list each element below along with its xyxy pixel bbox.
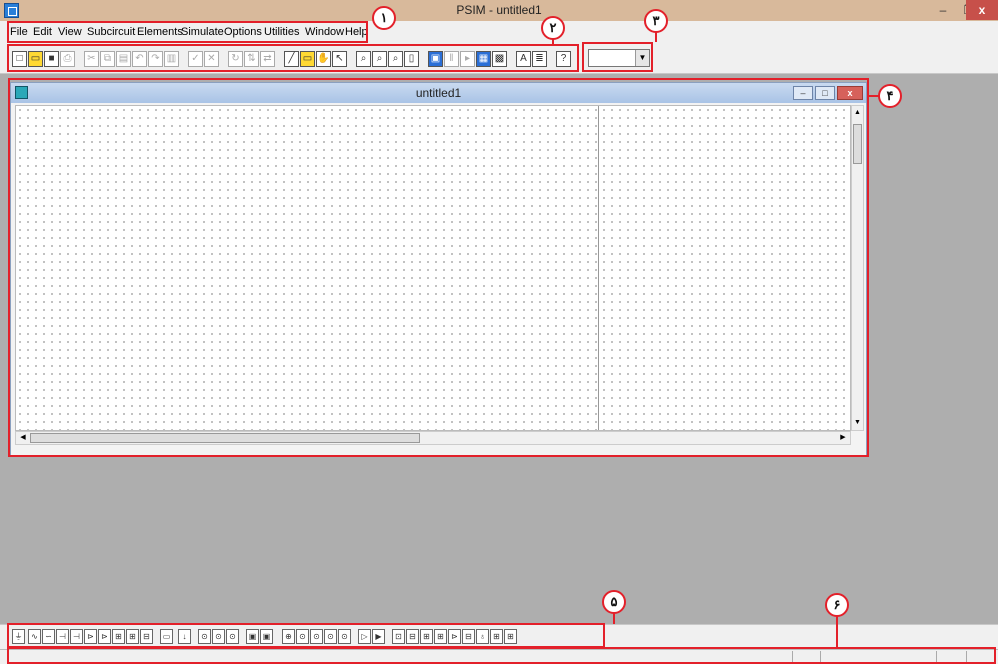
minimize-button[interactable]: – — [930, 0, 956, 20]
annotation-marker-5: ۵ — [602, 590, 626, 614]
annotation-box-schematic — [8, 78, 869, 457]
annotation-marker-1: ۱ — [372, 6, 396, 30]
annotation-marker-2: ۲ — [541, 16, 565, 40]
annotation-box-elements — [7, 623, 605, 648]
annotation-box-status — [7, 647, 996, 664]
window-title: PSIM - untitled1 — [456, 3, 542, 17]
annotation-leader-6 — [836, 614, 838, 648]
close-button[interactable]: x — [966, 0, 998, 20]
annotation-box-toolbar — [7, 44, 579, 72]
annotation-marker-6: ۶ — [825, 593, 849, 617]
annotation-box-zoom — [582, 42, 653, 72]
annotation-marker-4: ۴ — [878, 84, 902, 108]
annotation-box-menu — [7, 21, 368, 43]
annotation-marker-3: ۳ — [644, 9, 668, 33]
main-title-bar: PSIM - untitled1 – ❐ x — [0, 0, 998, 21]
